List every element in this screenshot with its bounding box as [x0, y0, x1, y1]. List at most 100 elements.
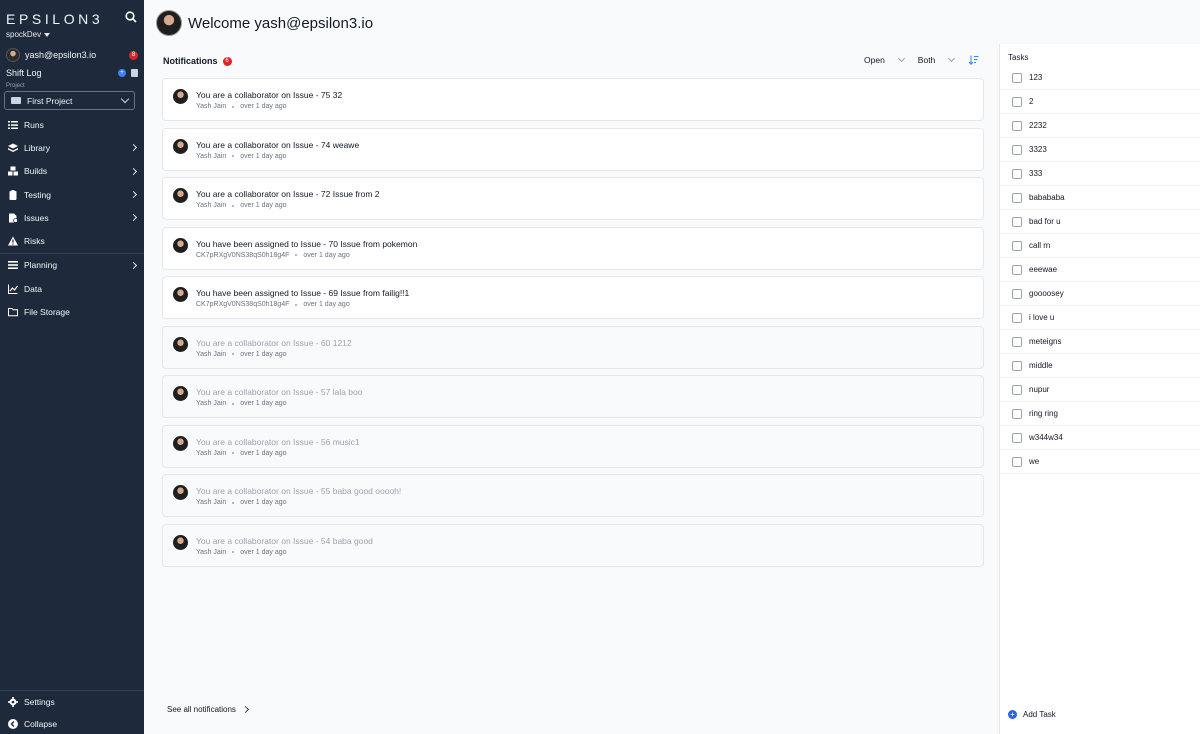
task-item: middle — [1000, 354, 1200, 378]
user-name: yash@epsilon3.io — [25, 50, 97, 60]
notification-item[interactable]: You have been assigned to Issue - 70 Iss… — [162, 226, 984, 270]
task-label[interactable]: i love u — [1029, 313, 1054, 322]
task-checkbox[interactable] — [1012, 240, 1022, 251]
see-all-label: See all notifications — [167, 705, 236, 714]
notification-author: Yash Jain — [196, 449, 227, 457]
notification-item[interactable]: You are a collaborator on Issue - 72 Iss… — [162, 177, 984, 220]
shift-log-link[interactable]: Shift Log + — [6, 68, 138, 78]
sidebar-item-file-storage[interactable]: File Storage — [0, 300, 144, 323]
sidebar-item-runs[interactable]: Runs — [0, 113, 144, 136]
chevron-right-icon — [129, 144, 138, 152]
notification-filters: Open Both — [864, 54, 979, 65]
task-label[interactable]: 123 — [1029, 73, 1042, 82]
task-label[interactable]: w344w34 — [1029, 433, 1063, 442]
sidebar-item-settings[interactable]: Settings — [0, 691, 144, 713]
task-checkbox[interactable] — [1012, 144, 1022, 155]
add-task-button[interactable]: + Add Task — [1008, 710, 1056, 719]
task-label[interactable]: we — [1029, 457, 1039, 466]
sort-icon[interactable] — [968, 55, 979, 65]
notification-text: You have been assigned to Issue - 70 Iss… — [196, 238, 418, 249]
sidebar-item-issues[interactable]: Issues — [0, 206, 144, 229]
see-all-notifications-link[interactable]: See all notifications — [167, 705, 249, 714]
scope-filter-select[interactable]: Both — [918, 54, 956, 65]
task-label[interactable]: eeewae — [1029, 265, 1057, 274]
project-select[interactable]: First Project — [4, 91, 135, 110]
task-label[interactable]: 333 — [1029, 169, 1042, 178]
add-shift-icon[interactable]: + — [118, 69, 126, 77]
user-profile[interactable]: yash@epsilon3.io 8 — [6, 47, 138, 63]
book-icon[interactable] — [131, 69, 138, 77]
notification-item[interactable]: You are a collaborator on Issue - 74 wea… — [162, 127, 984, 171]
task-checkbox[interactable] — [1012, 216, 1022, 227]
separator-dot — [232, 402, 235, 405]
sidebar-item-label: Settings — [24, 697, 55, 707]
folder-icon — [8, 308, 18, 317]
sidebar-item-collapse[interactable]: Collapse — [0, 713, 144, 734]
avatar — [173, 138, 188, 154]
sidebar-item-risks[interactable]: Risks — [0, 229, 144, 252]
status-filter-select[interactable]: Open — [864, 54, 905, 65]
task-checkbox[interactable] — [1012, 288, 1022, 299]
chevron-right-icon — [129, 214, 138, 222]
notification-item[interactable]: You are a collaborator on Issue - 54 bab… — [162, 523, 984, 567]
task-item: 123 — [1000, 66, 1200, 90]
sidebar-item-label: Library — [24, 142, 50, 153]
task-label[interactable]: 3323 — [1029, 145, 1047, 154]
task-label[interactable]: bad for u — [1029, 217, 1061, 226]
task-label[interactable]: nupur — [1029, 385, 1049, 394]
task-label[interactable]: babababa — [1029, 193, 1065, 202]
task-label[interactable]: meteigns — [1029, 337, 1061, 346]
sidebar-item-label: Planning — [24, 260, 58, 271]
task-checkbox[interactable] — [1012, 312, 1022, 323]
notification-author: Yash Jain — [196, 103, 227, 110]
sidebar-item-data[interactable]: Data — [0, 277, 144, 300]
notification-list: You are a collaborator on Issue - 75 32 … — [162, 78, 984, 573]
notification-item[interactable]: You are a collaborator on Issue - 57 lal… — [162, 375, 984, 418]
avatar — [173, 386, 188, 401]
notification-text: You are a collaborator on Issue - 74 wea… — [196, 139, 360, 150]
task-checkbox[interactable] — [1012, 96, 1022, 107]
task-checkbox[interactable] — [1012, 72, 1022, 83]
sidebar-item-planning[interactable]: Planning — [0, 254, 144, 277]
notification-author: Yash Jain — [196, 202, 227, 209]
sidebar-bottom: Settings Collapse — [0, 690, 144, 734]
notifications-header: Notifications 6 — [163, 55, 983, 67]
task-label[interactable]: goooosey — [1029, 289, 1064, 298]
notification-item[interactable]: You are a collaborator on Issue - 55 bab… — [162, 474, 984, 517]
task-checkbox[interactable] — [1012, 432, 1022, 443]
task-checkbox[interactable] — [1012, 384, 1022, 395]
notification-item[interactable]: You are a collaborator on Issue - 75 32 … — [162, 78, 984, 121]
notification-item[interactable]: You are a collaborator on Issue - 56 mus… — [162, 424, 984, 468]
notification-item[interactable]: You are a collaborator on Issue - 60 121… — [162, 325, 984, 369]
notification-author: Yash Jain — [196, 350, 227, 358]
task-checkbox[interactable] — [1012, 264, 1022, 275]
separator-dot — [232, 501, 235, 504]
task-label[interactable]: call rn — [1029, 241, 1050, 250]
chevron-down-icon — [948, 54, 956, 63]
task-label[interactable]: 2232 — [1029, 121, 1047, 130]
sidebar-item-builds[interactable]: Builds — [0, 160, 144, 183]
planning-icon — [8, 261, 18, 270]
task-label[interactable]: middle — [1029, 361, 1053, 370]
sidebar-item-library[interactable]: Library — [0, 136, 144, 159]
avatar — [173, 287, 188, 302]
task-label[interactable]: ring ring — [1029, 409, 1058, 418]
task-checkbox[interactable] — [1012, 408, 1022, 419]
workspace-selector[interactable]: spockDev — [6, 30, 51, 39]
sidebar-item-testing[interactable]: Testing — [0, 183, 144, 206]
search-icon[interactable] — [124, 10, 138, 24]
task-checkbox[interactable] — [1012, 360, 1022, 371]
notification-meta: Yash Jain over 1 day ago — [196, 450, 287, 457]
chevron-right-icon — [241, 705, 249, 714]
task-item: 2232 — [1000, 114, 1200, 138]
project-label: Project — [6, 83, 25, 89]
notification-item[interactable]: You have been assigned to Issue - 69 Iss… — [162, 276, 984, 319]
task-checkbox[interactable] — [1012, 456, 1022, 467]
task-label[interactable]: 2 — [1029, 97, 1033, 106]
task-checkbox[interactable] — [1012, 168, 1022, 179]
task-checkbox[interactable] — [1012, 120, 1022, 131]
epsilon3-logo[interactable]: EPSILON3 — [6, 11, 103, 27]
task-item: bad for u — [1000, 210, 1200, 234]
task-checkbox[interactable] — [1012, 192, 1022, 203]
task-checkbox[interactable] — [1012, 336, 1022, 347]
